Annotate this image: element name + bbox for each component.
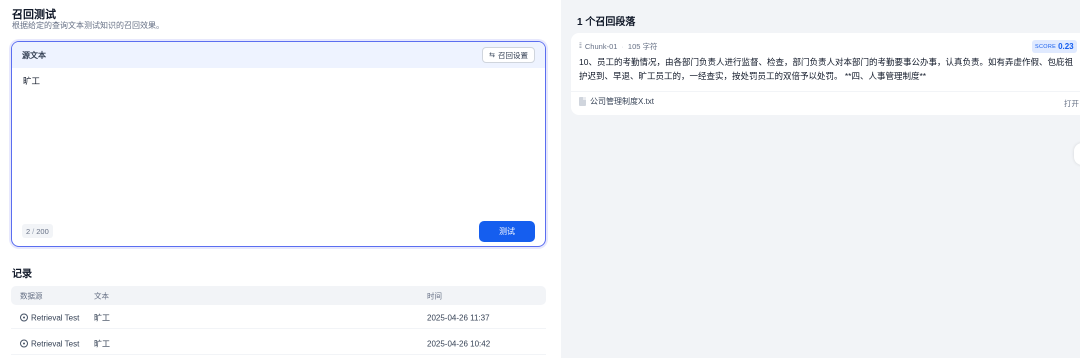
target-icon	[20, 339, 28, 348]
chunk-meta: ⁞⁞ Chunk-01 · 105 字符	[579, 41, 658, 52]
results-title: 1 个召回段落	[577, 17, 636, 28]
char-count-current: 2	[26, 226, 31, 236]
page-subtitle: 根据给定的查询文本测试知识的召回效果。	[12, 21, 164, 30]
query-box: 源文本 ⇆ 召回设置 旷工 2 / 200 测试	[11, 41, 546, 247]
retrieval-settings-label: 召回设置	[498, 50, 528, 60]
chunk-id: Chunk-01	[584, 42, 618, 51]
char-count-separator: /	[32, 226, 35, 236]
source-file: 公司管理制度X.txt	[579, 96, 654, 107]
divider	[571, 91, 1080, 92]
records-title: 记录	[12, 269, 32, 280]
retrieval-test-panel: 召回测试 根据给定的查询文本测试知识的召回效果。 源文本 ⇆ 召回设置 旷工 2…	[0, 0, 560, 358]
target-icon	[20, 313, 28, 322]
table-row[interactable]: Retrieval Test 旷工 2025-04-26 11:37	[11, 307, 546, 329]
chunk-content: 10、员工的考勤情况，由各部门负责人进行监督、检查，部门负责人对本部门的考勤要事…	[579, 57, 1073, 81]
meta-separator: ·	[621, 42, 624, 51]
score-value: 0.23	[1058, 42, 1074, 51]
side-panel-handle[interactable]	[1074, 143, 1080, 165]
char-count-max: 200	[36, 226, 49, 236]
row-time: 2025-04-26 11:37	[427, 313, 490, 322]
column-header-source: 数据源	[20, 291, 43, 300]
open-link[interactable]: 打开 ↗	[1064, 98, 1080, 109]
grid-icon: ⁞⁞	[579, 43, 582, 50]
char-counter: 2 / 200	[22, 224, 53, 238]
results-panel: 1 个召回段落 ⁞⁞ Chunk-01 · 105 字符 SCORE 0.23 …	[561, 0, 1080, 358]
chunk-card[interactable]: ⁞⁞ Chunk-01 · 105 字符 SCORE 0.23 10、员工的考勤…	[571, 33, 1080, 115]
sliders-icon: ⇆	[489, 52, 495, 59]
table-row[interactable]: Retrieval Test 旷工 2025-04-26 10:42	[11, 333, 546, 355]
row-source-label: Retrieval Test	[31, 339, 80, 348]
row-time: 2025-04-26 10:42	[427, 339, 491, 348]
chunk-chars: 105 字符	[627, 42, 658, 51]
document-icon	[579, 97, 586, 106]
test-button[interactable]: 测试	[479, 221, 535, 242]
row-source: Retrieval Test	[20, 313, 79, 322]
query-textarea[interactable]: 旷工	[23, 75, 40, 87]
row-source-label: Retrieval Test	[31, 313, 80, 322]
row-text: 旷工	[94, 313, 110, 322]
source-text-label: 源文本	[22, 50, 46, 60]
column-header-text: 文本	[94, 291, 109, 300]
row-text: 旷工	[94, 339, 110, 348]
score-label: SCORE	[1035, 43, 1057, 50]
retrieval-settings-button[interactable]: ⇆ 召回设置	[482, 47, 535, 63]
score-badge: SCORE 0.23	[1032, 40, 1077, 53]
query-header: 源文本 ⇆ 召回设置	[12, 42, 545, 68]
records-table-header: 数据源 文本 时间	[11, 286, 546, 305]
file-name: 公司管理制度X.txt	[590, 97, 655, 106]
column-header-time: 时间	[427, 291, 442, 300]
row-source: Retrieval Test	[20, 339, 79, 348]
